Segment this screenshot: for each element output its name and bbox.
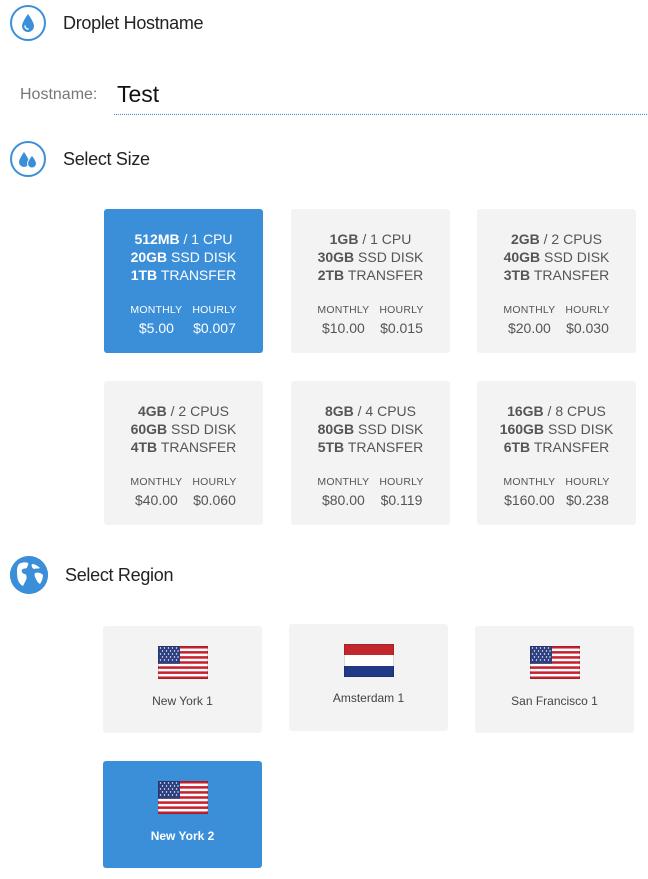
- size-transfer-suffix: TRANSFER: [347, 267, 424, 283]
- region-option-new-york-2[interactable]: New York 2: [103, 761, 262, 868]
- size-cpu: / 2 CPUS: [170, 403, 230, 419]
- hourly-label: HOURLY: [379, 476, 424, 488]
- price-grid: MONTHLY $20.00 HOURLY $0.030: [477, 303, 636, 338]
- size-memory: 1GB: [329, 231, 359, 247]
- size-cpu: / 8 CPUS: [547, 403, 606, 419]
- price-grid: MONTHLY $10.00 HOURLY $0.015: [291, 303, 450, 338]
- size-section-header: Select Size: [10, 141, 150, 177]
- hourly-label: HOURLY: [565, 476, 610, 488]
- size-disk-suffix: SSD DISK: [358, 421, 424, 437]
- monthly-label: MONTHLY: [130, 476, 183, 488]
- size-disk: 20GB: [130, 249, 168, 265]
- hourly-price: $0.060: [193, 492, 236, 508]
- monthly-label: MONTHLY: [503, 476, 556, 488]
- size-transfer-suffix: TRANSFER: [347, 439, 424, 455]
- region-name: New York 2: [150, 829, 215, 843]
- region-option-amsterdam-1[interactable]: Amsterdam 1: [289, 624, 448, 731]
- size-cpu: / 1 CPU: [362, 231, 412, 247]
- us-flag-icon: [158, 646, 208, 679]
- size-memory: 8GB: [324, 403, 354, 419]
- size-transfer-suffix: TRANSFER: [160, 267, 237, 283]
- size-section-title: Select Size: [63, 148, 150, 169]
- hourly-price: $0.238: [566, 492, 609, 508]
- size-transfer-suffix: TRANSFER: [533, 439, 610, 455]
- region-option-new-york-1[interactable]: New York 1: [103, 626, 262, 733]
- monthly-price: $40.00: [134, 492, 178, 508]
- size-cpu: / 1 CPU: [183, 231, 233, 247]
- hourly-label: HOURLY: [565, 304, 610, 316]
- region-section-header: Select Region: [10, 556, 173, 594]
- region-option-san-francisco-1[interactable]: San Francisco 1: [475, 626, 634, 733]
- size-disk-suffix: SSD DISK: [171, 249, 237, 265]
- monthly-label: MONTHLY: [317, 304, 370, 316]
- hourly-price: $0.119: [380, 492, 423, 508]
- price-grid: MONTHLY $5.00 HOURLY $0.007: [104, 303, 263, 338]
- droplet-create-page: Droplet Hostname Hostname: Select Size 5…: [0, 0, 648, 879]
- monthly-price: $160.00: [504, 492, 555, 508]
- size-disk-suffix: SSD DISK: [358, 249, 424, 265]
- size-cpu: / 2 CPUS: [543, 231, 603, 247]
- nl-flag-icon: [344, 644, 394, 677]
- hourly-price: $0.030: [566, 320, 609, 336]
- droplet-icon: [10, 5, 46, 41]
- region-name: Amsterdam 1: [332, 691, 405, 705]
- size-option-1gb[interactable]: 1GB / 1 CPU 30GB SSD DISK 2TB TRANSFER M…: [291, 209, 450, 353]
- hourly-price: $0.007: [193, 320, 236, 336]
- size-disk: 40GB: [503, 249, 541, 265]
- size-transfer: 3TB: [503, 267, 531, 283]
- size-transfer-suffix: TRANSFER: [533, 267, 610, 283]
- price-grid: MONTHLY $40.00 HOURLY $0.060: [104, 475, 263, 510]
- size-disk-suffix: SSD DISK: [547, 421, 614, 437]
- size-disk: 30GB: [317, 249, 355, 265]
- hourly-label: HOURLY: [192, 304, 237, 316]
- size-transfer: 2TB: [317, 267, 345, 283]
- droplets-icon: [10, 141, 46, 177]
- size-option-512mb[interactable]: 512MB / 1 CPU 20GB SSD DISK 1TB TRANSFER…: [104, 209, 263, 353]
- hostname-input[interactable]: [114, 74, 648, 115]
- size-option-4gb[interactable]: 4GB / 2 CPUS 60GB SSD DISK 4TB TRANSFER …: [104, 381, 263, 525]
- price-grid: MONTHLY $160.00 HOURLY $0.238: [477, 475, 636, 510]
- size-cpu: / 4 CPUS: [357, 403, 417, 419]
- size-memory: 2GB: [510, 231, 540, 247]
- size-disk: 160GB: [499, 421, 545, 437]
- monthly-price: $20.00: [507, 320, 551, 336]
- size-option-16gb[interactable]: 16GB / 8 CPUS 160GB SSD DISK 6TB TRANSFE…: [477, 381, 636, 525]
- hourly-label: HOURLY: [379, 304, 424, 316]
- us-flag-icon: [158, 781, 208, 814]
- monthly-label: MONTHLY: [503, 304, 556, 316]
- region-section-title: Select Region: [65, 564, 174, 585]
- size-transfer: 6TB: [503, 439, 531, 455]
- size-option-8gb[interactable]: 8GB / 4 CPUS 80GB SSD DISK 5TB TRANSFER …: [291, 381, 450, 525]
- hourly-price: $0.015: [380, 320, 423, 336]
- globe-icon: [10, 556, 48, 594]
- monthly-label: MONTHLY: [317, 476, 370, 488]
- us-flag-icon: [530, 646, 580, 679]
- size-option-2gb[interactable]: 2GB / 2 CPUS 40GB SSD DISK 3TB TRANSFER …: [477, 209, 636, 353]
- hostname-row: Hostname:: [20, 74, 648, 116]
- size-disk-suffix: SSD DISK: [171, 421, 237, 437]
- monthly-label: MONTHLY: [130, 304, 183, 316]
- size-memory: 16GB: [507, 403, 544, 419]
- region-name: New York 1: [152, 694, 213, 708]
- region-name: San Francisco 1: [511, 694, 598, 708]
- hostname-section-title: Droplet Hostname: [63, 12, 204, 33]
- monthly-price: $5.00: [138, 320, 174, 336]
- monthly-price: $10.00: [321, 320, 365, 336]
- size-transfer-suffix: TRANSFER: [160, 439, 237, 455]
- size-memory: 512MB: [134, 231, 180, 247]
- size-disk: 80GB: [317, 421, 355, 437]
- size-transfer: 5TB: [317, 439, 345, 455]
- monthly-price: $80.00: [321, 492, 365, 508]
- price-grid: MONTHLY $80.00 HOURLY $0.119: [291, 475, 450, 510]
- hostname-label: Hostname:: [20, 86, 98, 103]
- hourly-label: HOURLY: [192, 476, 237, 488]
- size-disk-suffix: SSD DISK: [544, 249, 610, 265]
- size-disk: 60GB: [130, 421, 168, 437]
- hostname-section-header: Droplet Hostname: [10, 5, 204, 41]
- size-transfer: 1TB: [130, 267, 158, 283]
- size-memory: 4GB: [137, 403, 167, 419]
- size-transfer: 4TB: [130, 439, 158, 455]
